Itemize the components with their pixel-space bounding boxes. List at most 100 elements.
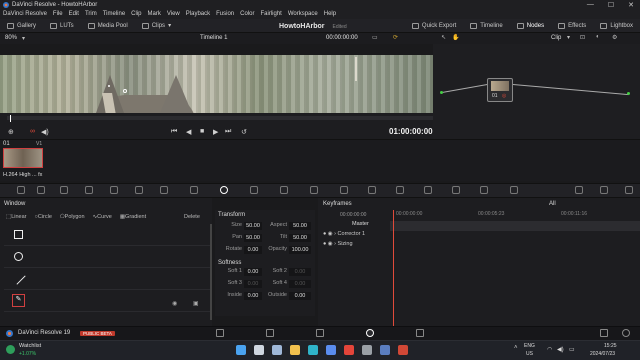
track-sizing[interactable]: ● ◉ › Sizing	[323, 241, 353, 247]
target-icon[interactable]: ⊕	[8, 128, 14, 136]
edge-icon[interactable]	[308, 345, 318, 355]
window-row-circle[interactable]	[4, 246, 210, 268]
hand-icon[interactable]: ✋	[452, 34, 459, 41]
viewer-timecode[interactable]: 00:00:00:00	[326, 35, 358, 41]
clock-date[interactable]: 2024/07/23	[590, 351, 615, 357]
timeline-select[interactable]: Timeline 1	[200, 35, 227, 41]
field-value[interactable]: 0.00	[244, 292, 262, 300]
chrome-icon[interactable]	[344, 345, 354, 355]
lightbox-button[interactable]: Lightbox	[593, 19, 640, 32]
audio-icon[interactable]: ◀)	[41, 128, 49, 136]
cut-page-icon[interactable]	[216, 329, 224, 337]
display-icon[interactable]: ▭	[372, 34, 378, 41]
settings-app-icon[interactable]	[362, 345, 372, 355]
linear-tab[interactable]: ⬚Linear	[6, 214, 27, 220]
key-icon[interactable]	[340, 186, 348, 194]
field-value[interactable]: 0.00	[244, 246, 262, 254]
source-input-dot[interactable]	[440, 91, 443, 94]
menu-clip[interactable]: Clip	[131, 11, 141, 17]
clock-time[interactable]: 15:25	[604, 343, 617, 349]
gradient-tab[interactable]: ▦Gradient	[120, 214, 146, 220]
sync-icon[interactable]: ⟳	[393, 34, 398, 41]
menu-trim[interactable]: Trim	[85, 11, 97, 17]
window-row-square[interactable]	[4, 224, 210, 246]
window-row-polygon[interactable]	[4, 268, 210, 290]
timeline-button[interactable]: Timeline	[463, 19, 509, 32]
output-dot[interactable]	[627, 92, 630, 95]
color-warper-icon[interactable]	[160, 186, 168, 194]
menu-workspace[interactable]: Workspace	[288, 11, 318, 17]
loop-playback-icon[interactable]: ↺	[241, 128, 247, 136]
corrector-node-01[interactable]: 01 ◎	[487, 78, 513, 102]
motion-effects-icon[interactable]	[110, 186, 118, 194]
field-value[interactable]: 50.00	[244, 222, 262, 230]
menu-help[interactable]: Help	[324, 11, 336, 17]
volume-icon[interactable]: ◀)	[557, 346, 564, 353]
menu-fairlight[interactable]: Fairlight	[260, 11, 281, 17]
window-handle[interactable]	[108, 85, 110, 87]
camera-raw-icon[interactable]	[17, 186, 25, 194]
video-viewer[interactable]	[0, 55, 433, 113]
scope-icon[interactable]	[575, 186, 583, 194]
chevron-up-icon[interactable]: ˄	[514, 345, 518, 351]
menu-fusion[interactable]: Fusion	[216, 11, 234, 17]
mask-icon[interactable]: ▣	[193, 300, 199, 307]
invert-icon[interactable]: ◉	[172, 300, 177, 307]
loop-icon[interactable]: ∞	[30, 128, 35, 135]
keyframe-track-master[interactable]	[390, 221, 640, 231]
field-value[interactable]: 50.00	[244, 234, 262, 242]
fairlight-page-icon[interactable]	[416, 329, 424, 337]
track-master[interactable]: Master	[352, 221, 369, 227]
field-value[interactable]: 50.00	[289, 222, 311, 230]
circle-tab[interactable]: ○Circle	[35, 214, 52, 220]
chevron-down-icon[interactable]: ▾	[22, 35, 25, 42]
window-icon[interactable]	[220, 186, 228, 194]
stop-icon[interactable]: ■	[200, 128, 204, 135]
watchlist-icon[interactable]	[6, 345, 15, 354]
menu-file[interactable]: File	[53, 11, 63, 17]
region-indicator[interactable]: US	[526, 351, 533, 357]
menu-mark[interactable]: Mark	[148, 11, 161, 17]
color-page-icon[interactable]	[366, 329, 374, 337]
effects-button[interactable]: Effects	[551, 19, 593, 32]
nodes-button[interactable]: Nodes	[510, 19, 551, 32]
play-icon[interactable]: ▶	[213, 128, 218, 136]
delete-button[interactable]: Delete	[184, 214, 200, 220]
zoom-fit-icon[interactable]: ⊡	[580, 34, 585, 41]
info-icon[interactable]	[480, 186, 488, 194]
settings-icon[interactable]	[600, 186, 608, 194]
store-icon[interactable]	[326, 345, 336, 355]
pointer-icon[interactable]: ↖	[441, 34, 446, 41]
field-value[interactable]: 0.00	[289, 280, 311, 288]
wifi-icon[interactable]: ◠	[547, 346, 552, 353]
color-match-icon[interactable]	[37, 186, 45, 194]
menu-edit[interactable]: Edit	[69, 11, 79, 17]
reverse-play-icon[interactable]: ◀	[186, 128, 191, 136]
fusion-page-icon[interactable]	[316, 329, 324, 337]
field-value[interactable]: 0.00	[244, 280, 262, 288]
search-icon[interactable]	[254, 345, 264, 355]
watchlist-label[interactable]: Watchlist	[19, 343, 41, 349]
window-handle[interactable]	[123, 89, 127, 93]
home-icon[interactable]	[600, 329, 608, 337]
curves-icon[interactable]	[135, 186, 143, 194]
maximize-button[interactable]: ☐	[608, 1, 614, 9]
clip-thumbnail[interactable]	[3, 148, 43, 168]
quick-export-button[interactable]: Quick Export	[405, 19, 463, 32]
minimize-button[interactable]: —	[587, 1, 594, 9]
menu-timeline[interactable]: Timeline	[103, 11, 125, 17]
menu-view[interactable]: View	[167, 11, 180, 17]
highlight-icon[interactable]: ◐	[596, 34, 600, 40]
app-icon[interactable]	[398, 345, 408, 355]
sizing-icon[interactable]	[368, 186, 376, 194]
edit-page-icon[interactable]	[266, 329, 274, 337]
color-wheels-icon[interactable]	[60, 186, 68, 194]
menu-playback[interactable]: Playback	[186, 11, 210, 17]
clips-button[interactable]: Clips ▾	[135, 19, 178, 32]
scopes-icon[interactable]	[452, 186, 460, 194]
rgb-mixer-icon[interactable]	[85, 186, 93, 194]
blur-icon[interactable]	[310, 186, 318, 194]
luts-button[interactable]: LUTs	[43, 19, 81, 32]
curve-tab[interactable]: ∿Curve	[93, 214, 112, 220]
battery-icon[interactable]: ▭	[569, 346, 575, 353]
